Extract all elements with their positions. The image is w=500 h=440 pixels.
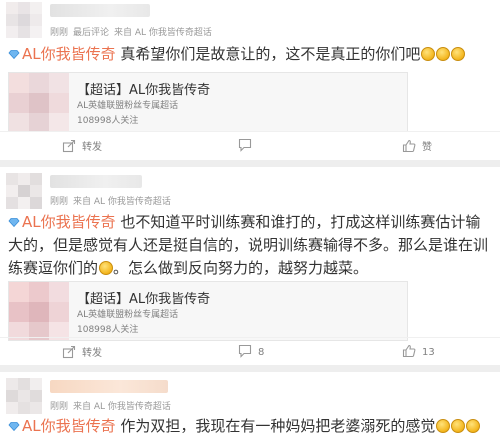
avatar[interactable] <box>6 2 42 38</box>
post-type: 最后评论 <box>73 28 110 38</box>
card-description: AL英雄联盟粉丝专属超话 <box>77 310 179 320</box>
comment-icon <box>238 138 252 152</box>
card-title[interactable]: 【超话】AL你我皆传奇 <box>77 79 210 98</box>
post-text: 真希望你们是故意让的，这不是真正的你们吧 <box>120 45 421 63</box>
gem-icon <box>8 50 20 59</box>
post-separator <box>0 160 500 167</box>
like-button[interactable]: 赞 <box>402 138 432 153</box>
like-icon <box>402 139 416 153</box>
post-source[interactable]: 来自 AL 你我皆传奇超话 <box>73 402 171 412</box>
smile-emoji <box>451 419 466 433</box>
username-blurred[interactable] <box>50 380 168 393</box>
action-bar: 转发 赞 <box>0 131 500 159</box>
smile-emoji <box>466 419 481 433</box>
post-separator <box>0 365 500 372</box>
post-source[interactable]: 来自 AL 你我皆传奇超话 <box>73 197 171 207</box>
post-meta: 刚刚 最后评论 来自 AL 你我皆传奇超话 <box>50 25 217 38</box>
username-blurred[interactable] <box>50 4 150 17</box>
smile-emoji <box>451 47 466 61</box>
comment-button[interactable]: 8 <box>238 344 264 358</box>
post-time: 刚刚 <box>50 197 69 207</box>
post-text-continued: 。怎么做到反向努力的，越努力越菜。 <box>113 259 369 277</box>
topic-tag-text[interactable]: AL你我皆传奇 <box>22 417 116 435</box>
share-icon <box>62 345 76 359</box>
share-button[interactable]: 转发 <box>62 344 102 359</box>
post-time: 刚刚 <box>50 28 69 38</box>
topic-tag[interactable]: AL你我皆传奇 <box>8 213 116 231</box>
topic-tag[interactable]: AL你我皆传奇 <box>8 45 116 63</box>
super-topic-card[interactable]: 【超话】AL你我皆传奇 AL英雄联盟粉丝专属超话 108998人关注 <box>8 281 408 341</box>
like-label[interactable]: 赞 <box>422 142 432 153</box>
post-content: AL你我皆传奇 作为双担，我现在有一种妈妈把老婆溺死的感觉 <box>8 415 494 438</box>
card-thumbnail <box>9 282 69 340</box>
card-description: AL英雄联盟粉丝专属超话 <box>77 101 179 111</box>
smile-emoji <box>436 47 451 61</box>
share-icon <box>62 139 76 153</box>
share-button[interactable]: 转发 <box>62 138 102 153</box>
share-label[interactable]: 转发 <box>82 348 102 359</box>
card-followers: 108998人关注 <box>77 116 139 126</box>
smile-emoji <box>421 47 436 61</box>
gem-icon <box>8 422 20 431</box>
like-icon <box>402 344 416 358</box>
share-label[interactable]: 转发 <box>82 142 102 153</box>
comment-button[interactable] <box>238 138 258 152</box>
like-button[interactable]: 13 <box>402 344 435 358</box>
topic-tag-text[interactable]: AL你我皆传奇 <box>22 213 116 231</box>
super-topic-card[interactable]: 【超话】AL你我皆传奇 AL英雄联盟粉丝专属超话 108998人关注 <box>8 72 408 132</box>
username-blurred[interactable] <box>50 175 142 188</box>
avatar[interactable] <box>6 378 42 414</box>
smile-emoji <box>436 419 451 433</box>
post-meta: 刚刚 来自 AL 你我皆传奇超话 <box>50 194 176 207</box>
topic-tag-text[interactable]: AL你我皆传奇 <box>22 45 116 63</box>
gem-icon <box>8 218 20 227</box>
post-content: AL你我皆传奇 也不知道平时训练赛和谁打的，打成这样训练赛估计输大的，但是感觉有… <box>8 211 494 280</box>
action-bar: 转发 8 13 <box>0 337 500 365</box>
like-count[interactable]: 13 <box>422 347 435 358</box>
post-time: 刚刚 <box>50 402 69 412</box>
smile-emoji <box>99 261 114 275</box>
avatar[interactable] <box>6 173 42 209</box>
card-followers: 108998人关注 <box>77 325 139 335</box>
post-meta: 刚刚 来自 AL 你我皆传奇超话 <box>50 399 176 412</box>
topic-tag[interactable]: AL你我皆传奇 <box>8 417 116 435</box>
post-content: AL你我皆传奇 真希望你们是故意让的，这不是真正的你们吧 <box>8 43 494 66</box>
post-source[interactable]: 来自 AL 你我皆传奇超话 <box>114 28 212 38</box>
post-text: 作为双担，我现在有一种妈妈把老婆溺死的感觉 <box>120 417 436 435</box>
comment-icon <box>238 344 252 358</box>
card-thumbnail <box>9 73 69 131</box>
card-title[interactable]: 【超话】AL你我皆传奇 <box>77 288 210 307</box>
comment-count[interactable]: 8 <box>258 347 264 358</box>
